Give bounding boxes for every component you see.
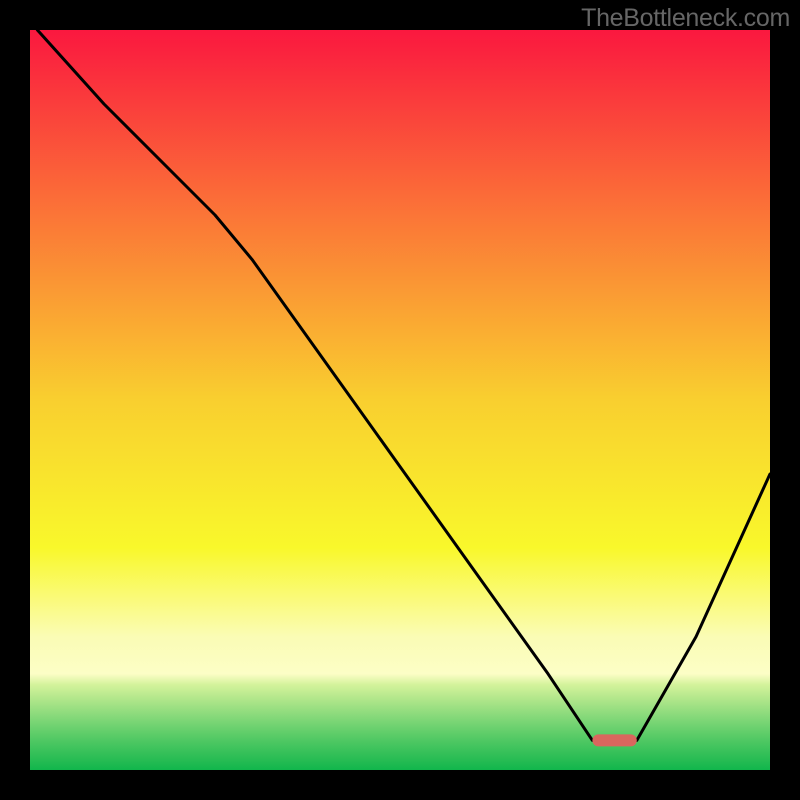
bottleneck-chart: TheBottleneck.com <box>0 0 800 800</box>
plot-area <box>30 30 770 770</box>
plot-svg <box>30 30 770 770</box>
optimal-zone-marker <box>592 734 636 746</box>
watermark-text: TheBottleneck.com <box>581 4 790 33</box>
